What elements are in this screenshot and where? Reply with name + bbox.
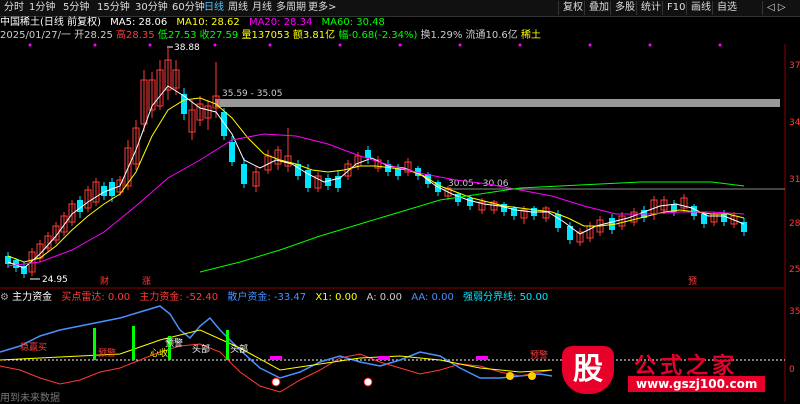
main-fund-line bbox=[0, 305, 553, 379]
a-value: A: 0.00 bbox=[366, 292, 403, 303]
ind-label-5: 头部 bbox=[192, 343, 210, 355]
range-label: 35.59 - 35.05 bbox=[222, 89, 283, 99]
watermark-url: www.gszj100.com bbox=[628, 376, 766, 392]
ind-label-2: 预警 bbox=[98, 347, 116, 359]
logo-icon: 股 bbox=[562, 346, 614, 394]
retail-fund-value: 散户资金: -33.47 bbox=[227, 292, 307, 303]
marker-cai[interactable]: 财 bbox=[100, 275, 109, 287]
indicator-header: ⚙ 主力资金 买点雷达: 0.00 主力资金: -52.40 散户资金: -33… bbox=[0, 291, 554, 305]
axis-37: 37 bbox=[789, 61, 800, 71]
aa-value: AA: 0.00 bbox=[411, 292, 454, 303]
marker-zhang[interactable]: 涨 bbox=[142, 276, 151, 287]
axis-25: 25 bbox=[789, 265, 800, 275]
ma20-line bbox=[7, 133, 745, 267]
buy-point-value: 买点雷达: 0.00 bbox=[61, 292, 131, 303]
settings-icon[interactable]: ⚙ bbox=[0, 292, 9, 303]
ind-label-8: 预警 bbox=[530, 349, 548, 361]
watermark: 股 公式之家 www.gszj100.com bbox=[558, 342, 800, 402]
min-price-label: 24.95 bbox=[42, 275, 68, 285]
ma5-line bbox=[7, 85, 745, 269]
x1-value: X1: 0.00 bbox=[315, 292, 358, 303]
ind-label-3: 预警 bbox=[165, 337, 183, 349]
axis-ind-1: 35 bbox=[789, 307, 800, 317]
ind-label-1: 稳赢买 bbox=[20, 341, 47, 353]
main-fund-value: 主力资金: -52.40 bbox=[139, 292, 219, 303]
axis-28: 28 bbox=[789, 219, 800, 229]
range-band bbox=[215, 99, 780, 107]
max-price-label: 38.88 bbox=[174, 43, 200, 53]
event-dots bbox=[28, 43, 722, 47]
ma60-line bbox=[199, 181, 745, 273]
marker-yu[interactable]: 预 bbox=[688, 276, 697, 287]
ind-label-6: 头部 bbox=[230, 343, 248, 355]
axis-31: 31 bbox=[789, 175, 800, 185]
aux-line bbox=[0, 329, 553, 373]
indicator-name[interactable]: 主力资金 bbox=[12, 292, 52, 303]
axis-34: 34 bbox=[789, 118, 800, 128]
strength-value: 强弱分界线: 50.00 bbox=[463, 292, 549, 303]
pink-marks bbox=[270, 356, 488, 360]
candles bbox=[5, 47, 747, 278]
